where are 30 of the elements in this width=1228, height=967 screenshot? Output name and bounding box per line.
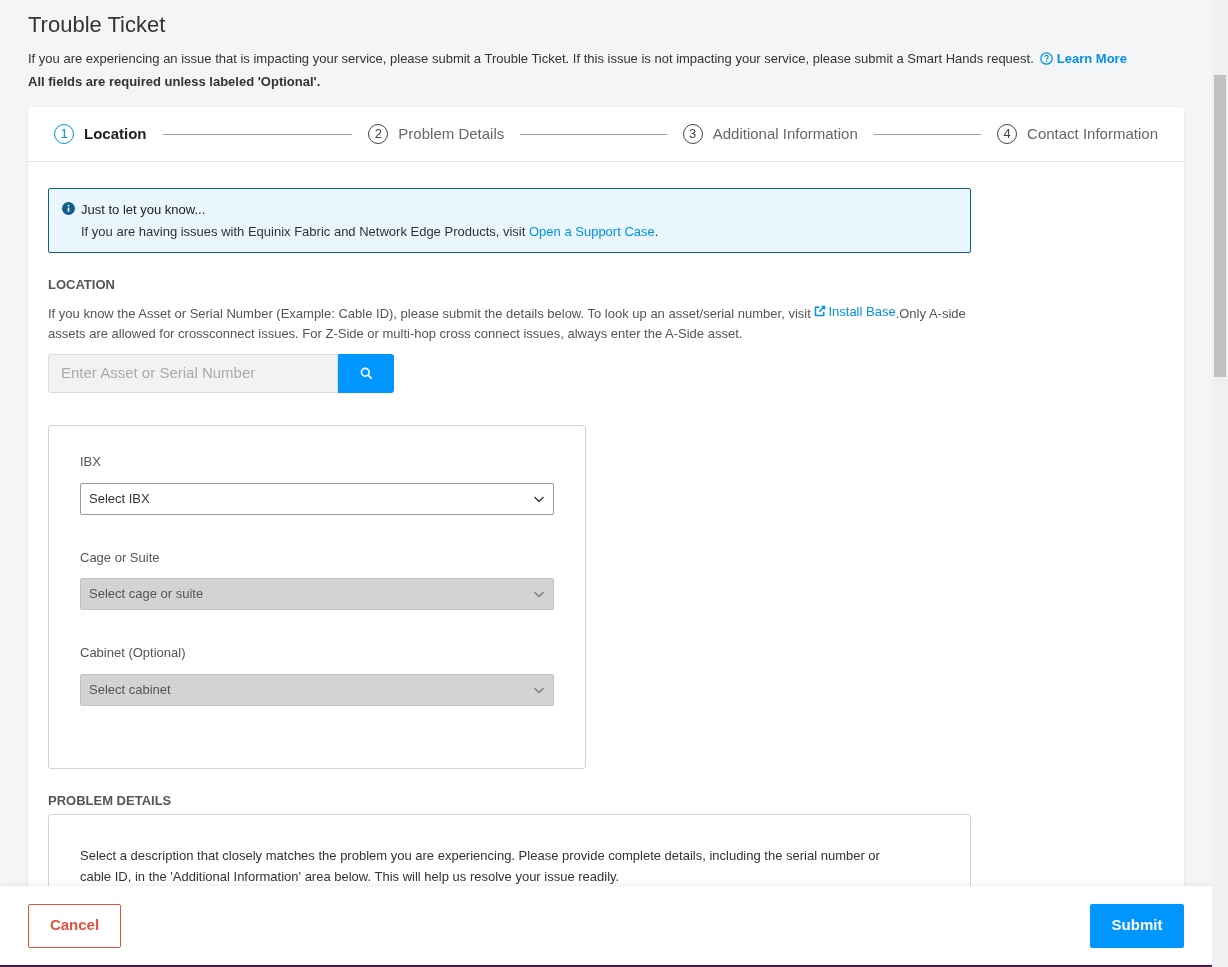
- scrollbar[interactable]: [1212, 0, 1228, 967]
- page-title: Trouble Ticket: [28, 11, 167, 39]
- step-tab[interactable]: 1 Location: [54, 122, 147, 146]
- select-field[interactable]: Select IBX: [80, 482, 554, 515]
- step-tab[interactable]: 2 Problem Details: [368, 122, 505, 146]
- problem-description: Select a description that closely matches the problem you are experiencing. Please provide complete details, including the serial number or cable ID, in the 'Additional Information' area below. This will help us resolve your issue readily.: [80, 847, 881, 886]
- search-button[interactable]: [338, 354, 394, 393]
- location-description: If you know the Asset or Serial Number (Example: Cable ID), please submit the details below. To look up an asset/serial number, visit Install Base.Only A-side assets are allowed for crossconnect issues. For Z-Side or multi-hop cross connect issues, always enter the A-Side asset.: [48, 300, 971, 344]
- step-tab[interactable]: 4 Contact Information: [997, 122, 1158, 146]
- field-label: Cabinet (Optional): [80, 644, 187, 662]
- field-label: Cage or Suite: [80, 548, 161, 567]
- external-link-icon: [814, 305, 827, 317]
- learn-more-link[interactable]: Learn More: [1056, 49, 1127, 69]
- section-heading: PROBLEM DETAILS: [48, 791, 173, 810]
- notice-text: If you are having issues with Equinix Fabric and Network Edge Products, visit Open a Support Case.: [81, 222, 659, 241]
- notice-title: Just to let you know...: [81, 201, 207, 219]
- submit-button[interactable]: Submit: [1090, 903, 1184, 948]
- step-tab[interactable]: 3 Additional Information: [682, 122, 858, 146]
- help-icon: [1039, 52, 1053, 66]
- cancel-button[interactable]: Cancel: [28, 903, 121, 948]
- intro-text: If you are experiencing an issue that is impacting your service, please submit a Trouble Ticket. If this issue is not impacting your service, please submit a Smart Hands request.: [28, 50, 1034, 68]
- section-heading: LOCATION: [48, 276, 116, 294]
- asset-search-field[interactable]: Enter Asset or Serial Number: [48, 354, 338, 393]
- search-icon: [359, 367, 373, 380]
- field-label: IBX: [80, 453, 102, 471]
- support-case-link[interactable]: Open a Support Case: [529, 223, 655, 239]
- info-icon: [62, 202, 75, 215]
- required-note: All fields are required unless labeled 'Optional'.: [28, 72, 322, 91]
- scrollbar-thumb[interactable]: [1214, 75, 1226, 377]
- install-base-link[interactable]: Install Base: [814, 300, 896, 322]
